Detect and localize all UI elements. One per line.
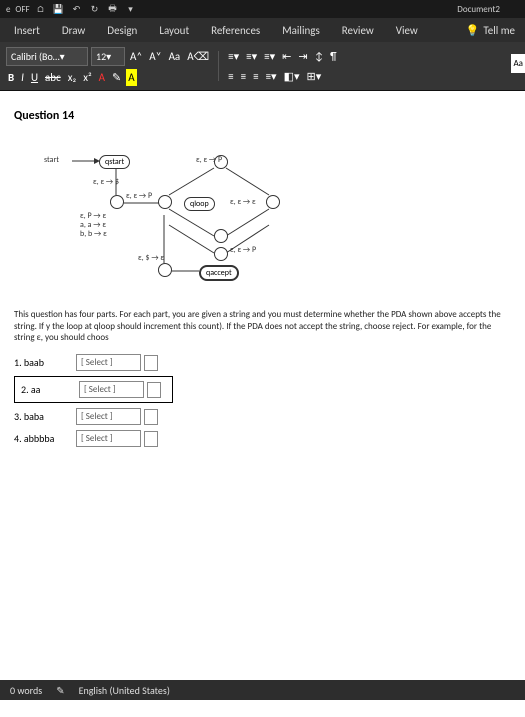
sort-icon[interactable]: ↕ <box>313 48 326 65</box>
superscript-button[interactable]: x² <box>81 69 93 86</box>
qat-more-icon[interactable]: ▾ <box>124 3 136 15</box>
item-4-label: 4. abbbba <box>14 432 72 445</box>
trans-ee-S: ε, ε → $ <box>93 177 119 187</box>
item-1-dropdown-icon[interactable] <box>144 355 158 371</box>
indent-dec-icon[interactable]: ⇤ <box>280 48 293 65</box>
state-node-1 <box>110 195 124 209</box>
state-qstart: qstart <box>99 155 130 169</box>
tell-me[interactable]: 💡 Tell me <box>466 24 525 37</box>
tab-draw[interactable]: Draw <box>52 20 95 41</box>
document-page: Question 14 start qstart ε, ε → $ ε, ε →… <box>0 91 525 717</box>
tab-view[interactable]: View <box>386 20 428 41</box>
trans-ee-P-1: ε, ε → P <box>126 191 152 201</box>
status-bar: 0 words ✎ English (United States) <box>0 680 525 700</box>
state-qaccept: qaccept <box>199 265 239 281</box>
font-family-combo[interactable]: Calibri (Bo… ▾ <box>6 47 88 66</box>
clear-format-button[interactable]: A⌫ <box>185 48 211 65</box>
save-icon[interactable]: 💾 <box>52 3 64 15</box>
document-title: Document2 <box>457 4 500 15</box>
item-1-select[interactable]: [ Select ] <box>76 354 141 371</box>
language-status[interactable]: English (United States) <box>79 684 170 697</box>
state-node-right <box>266 195 280 209</box>
state-node-loop-left <box>158 195 172 209</box>
state-node-b2 <box>214 247 228 261</box>
numbering-icon[interactable]: ≡▾ <box>244 48 259 65</box>
pda-diagram: start qstart ε, ε → $ ε, ε → P ε, ε → P … <box>44 133 374 303</box>
font-size-combo[interactable]: 12 ▾ <box>91 47 125 66</box>
bold-button[interactable]: B <box>6 69 16 86</box>
item-2-label: 2. aa <box>21 383 75 396</box>
redo-icon[interactable]: ↻ <box>88 3 100 15</box>
lightbulb-icon: 💡 <box>466 24 480 37</box>
font-grow-button[interactable]: A˄ <box>128 48 144 65</box>
home-icon[interactable]: ⌂ <box>34 3 46 15</box>
indent-inc-icon[interactable]: ⇥ <box>296 48 309 65</box>
text-effects-button[interactable]: ✎ <box>110 69 123 86</box>
italic-button[interactable]: I <box>19 69 26 86</box>
state-node-accept-pre <box>158 263 172 277</box>
item-3-dropdown-icon[interactable] <box>144 409 158 425</box>
off-icon: OFF <box>16 3 28 15</box>
ribbon-tabs: Insert Draw Design Layout References Mai… <box>0 18 525 42</box>
styles-peek: Aa <box>511 54 525 73</box>
shading-icon[interactable]: ◧▾ <box>282 68 302 85</box>
bullets-icon[interactable]: ≡▾ <box>226 48 241 65</box>
item-2-dropdown-icon[interactable] <box>147 382 161 398</box>
item-1-label: 1. baab <box>14 356 72 369</box>
tab-insert[interactable]: Insert <box>4 20 50 41</box>
strike-button[interactable]: abc <box>43 69 63 86</box>
trans-line-2: b, b → ε <box>80 229 107 239</box>
print-icon[interactable]: 🖶 <box>106 3 118 15</box>
show-marks-icon[interactable]: ¶ <box>328 48 338 65</box>
item-3-label: 3. baba <box>14 410 72 423</box>
undo-icon[interactable]: ↶ <box>70 3 82 15</box>
highlight-button[interactable]: A <box>126 69 136 86</box>
font-shrink-button[interactable]: A˅ <box>147 48 163 65</box>
trans-ee-P-bot: ε, ε → P <box>230 245 256 255</box>
state-qloop: qloop <box>184 197 215 211</box>
tab-references[interactable]: References <box>201 20 270 41</box>
trans-ee-P-top: ε, ε → P <box>196 155 222 165</box>
font-color-button[interactable]: A <box>97 69 107 86</box>
ribbon: Calibri (Bo… ▾ 12 ▾ A˄ A˅ Aa A⌫ B I U ab… <box>0 42 525 91</box>
change-case-button[interactable]: Aa <box>167 48 183 65</box>
trans-ee-e: ε, ε → ε <box>230 197 256 207</box>
subscript-button[interactable]: x₂ <box>66 69 78 86</box>
word-count[interactable]: 0 words <box>10 684 42 697</box>
tab-design[interactable]: Design <box>97 20 147 41</box>
question-text: This question has four parts. For each p… <box>14 309 511 344</box>
tell-me-label: Tell me <box>483 24 515 37</box>
align-center-icon[interactable]: ≡ <box>239 68 248 85</box>
proofing-icon[interactable]: ✎ <box>56 684 64 697</box>
tab-mailings[interactable]: Mailings <box>272 20 330 41</box>
item-4-dropdown-icon[interactable] <box>144 431 158 447</box>
underline-button[interactable]: U <box>29 69 40 86</box>
tab-layout[interactable]: Layout <box>149 20 199 41</box>
question-title: Question 14 <box>14 109 511 123</box>
multilist-icon[interactable]: ≡▾ <box>262 48 277 65</box>
line-spacing-icon[interactable]: ≡▾ <box>264 68 279 85</box>
tab-review[interactable]: Review <box>332 20 384 41</box>
align-right-icon[interactable]: ≡ <box>251 68 260 85</box>
state-node-b1 <box>214 229 228 243</box>
trans-eS-e: ε, $ → ε <box>138 253 164 263</box>
align-left-icon[interactable]: ≡ <box>226 68 235 85</box>
borders-icon[interactable]: ⊞▾ <box>305 68 324 85</box>
item-2-select[interactable]: [ Select ] <box>79 381 144 398</box>
start-label: start <box>44 155 59 165</box>
tab-indicator: e <box>6 4 10 15</box>
item-3-select[interactable]: [ Select ] <box>76 408 141 425</box>
item-4-select[interactable]: [ Select ] <box>76 430 141 447</box>
